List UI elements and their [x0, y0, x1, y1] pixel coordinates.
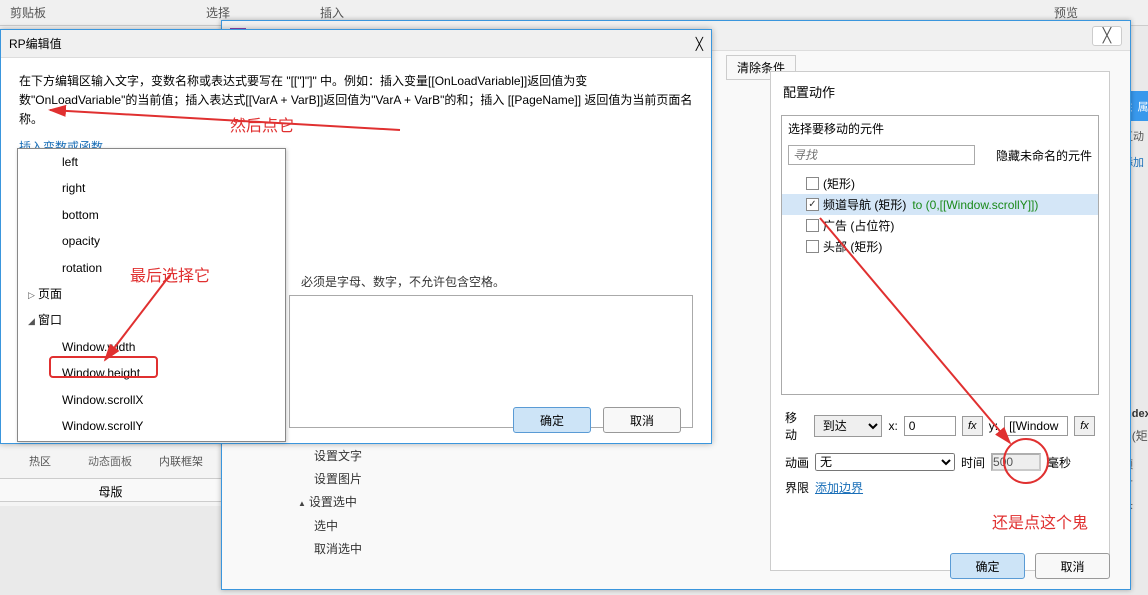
suggest-item[interactable]: Window.width: [18, 334, 285, 360]
fx-button-x[interactable]: fx: [962, 416, 983, 436]
menu-insert: 插入: [320, 4, 344, 21]
add-bound-link[interactable]: 添加边界: [815, 479, 863, 496]
tree-set-image[interactable]: 设置图片: [290, 468, 430, 491]
x-input[interactable]: [904, 416, 956, 436]
widget-item[interactable]: 头部 (矩形): [782, 236, 1098, 257]
left-label-area: 热区: [29, 453, 51, 469]
tree-set-text[interactable]: 设置文字: [290, 445, 430, 468]
app-icon: RP: [9, 37, 26, 51]
widget-item-selected[interactable]: 频道导航 (矩形) to (0,[[Window.scrollY]]): [782, 194, 1098, 215]
move-mode-select[interactable]: 到达: [814, 415, 883, 437]
fx-button-y[interactable]: fx: [1074, 416, 1095, 436]
suggest-group-window[interactable]: ◢窗口: [18, 307, 285, 333]
y-label: y:: [989, 419, 998, 433]
move-row: 移动 到达 x: fx y: fx: [771, 403, 1109, 449]
edit-instructions: 在下方编辑区输入文字，变数名称或表达式要写在 "[["]"]" 中。例如：插入变…: [1, 58, 711, 138]
anim-label: 动画: [785, 454, 809, 471]
menu-clipboard: 剪贴板: [10, 4, 46, 21]
suggest-group-page[interactable]: ▷页面: [18, 281, 285, 307]
select-widgets-title: 选择要移动的元件: [782, 116, 1098, 141]
move-label: 移动: [785, 409, 808, 443]
x-label: x:: [888, 419, 897, 433]
left-tab-master[interactable]: 母版: [0, 478, 221, 502]
suggest-item[interactable]: bottom: [18, 202, 285, 228]
edit-ok-button[interactable]: 确定: [513, 407, 591, 433]
suggest-item[interactable]: right: [18, 175, 285, 201]
time-label: 时间: [961, 454, 985, 471]
edit-dialog-title: 编辑值: [26, 35, 62, 52]
local-vars-hint: 必须是字母、数字，不允许包含空格。: [301, 273, 505, 290]
outer-cancel-button[interactable]: 取消: [1035, 553, 1110, 579]
bound-label: 界限: [785, 479, 809, 496]
widget-item[interactable]: (矩形): [782, 173, 1098, 194]
y-input[interactable]: [1004, 416, 1068, 436]
suggest-item[interactable]: Window.height: [18, 360, 285, 386]
suggest-item[interactable]: rotation: [18, 255, 285, 281]
widget-item[interactable]: 广告 (占位符): [782, 215, 1098, 236]
edit-cancel-button[interactable]: 取消: [603, 407, 681, 433]
left-label-dynamic: 动态面板: [88, 453, 132, 469]
outer-dialog-buttons: 确定 取消: [950, 553, 1110, 579]
suggest-item[interactable]: Window.scrollX: [18, 387, 285, 413]
tree-deselect[interactable]: 取消选中: [290, 538, 430, 561]
suggestion-dropdown: left right bottom opacity rotation ▷页面 ◢…: [17, 148, 286, 442]
menu-select: 选择: [206, 4, 230, 21]
time-unit: 毫秒: [1047, 454, 1071, 471]
widget-search-input[interactable]: [788, 145, 975, 165]
hide-unnamed-checkbox[interactable]: 隐藏未命名的元件: [981, 147, 1092, 164]
tree-set-select[interactable]: ▲设置选中: [290, 491, 430, 514]
edit-title-bar: RP 编辑值 ╳: [1, 30, 711, 58]
outer-ok-button[interactable]: 确定: [950, 553, 1025, 579]
widget-list: (矩形) 频道导航 (矩形) to (0,[[Window.scrollY]])…: [782, 169, 1098, 261]
suggest-item-scrolly[interactable]: Window.scrollY: [18, 413, 285, 439]
anim-row: 动画 无 时间 毫秒: [771, 449, 1109, 475]
time-input[interactable]: [991, 453, 1041, 471]
bound-row: 界限 添加边界: [771, 475, 1109, 500]
suggest-item[interactable]: left: [18, 149, 285, 175]
menu-preview: 预览: [1054, 4, 1078, 21]
config-action-panel: 配置动作 选择要移动的元件 隐藏未命名的元件 (矩形) 频道导航 (矩形) to…: [770, 71, 1110, 571]
action-tree-bg: 设置文字 设置图片 ▲设置选中 选中 取消选中: [290, 445, 430, 561]
outer-close-button[interactable]: ╳: [1092, 26, 1122, 46]
tree-select[interactable]: 选中: [290, 515, 430, 538]
suggest-item[interactable]: opacity: [18, 228, 285, 254]
edit-close-button[interactable]: ╳: [696, 37, 703, 51]
config-title: 配置动作: [771, 72, 1109, 111]
select-widgets-box: 选择要移动的元件 隐藏未命名的元件 (矩形) 频道导航 (矩形) to (0,[…: [781, 115, 1099, 395]
anim-select[interactable]: 无: [815, 453, 955, 471]
suggest-group-cursor[interactable]: ◢滑鼠指标: [18, 439, 285, 442]
left-label-inner: 内联框架: [159, 453, 203, 469]
